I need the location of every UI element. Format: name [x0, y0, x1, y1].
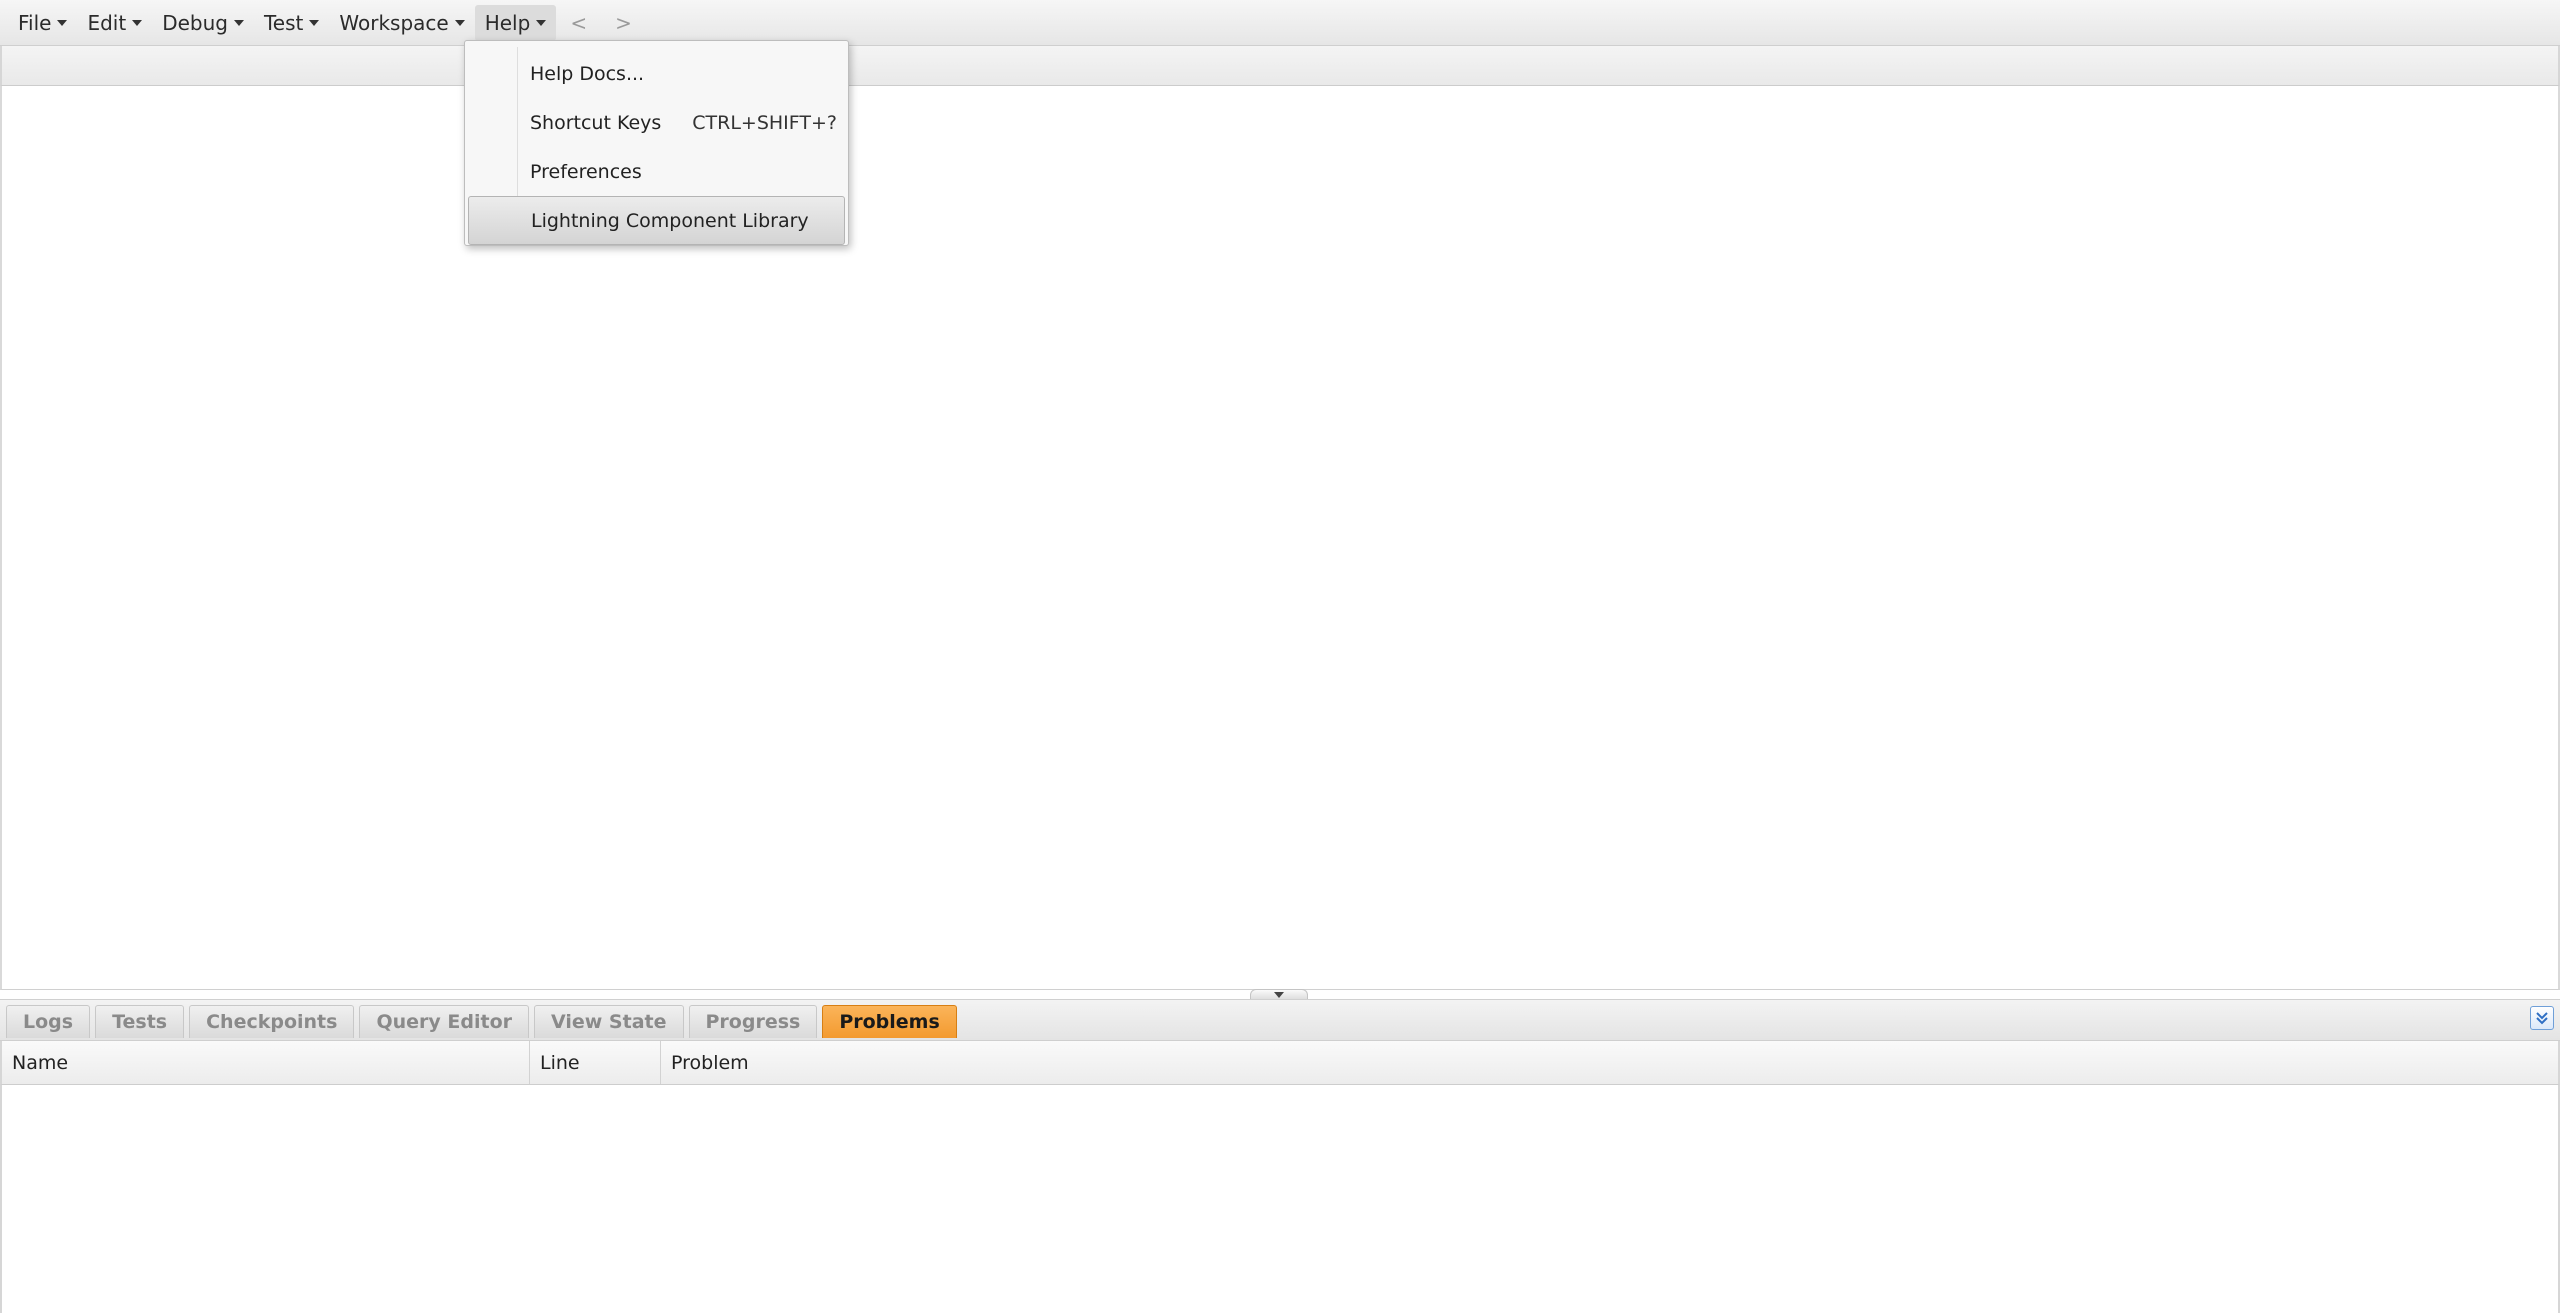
menu-test-label: Test	[263, 10, 304, 35]
collapse-panel-icon	[2536, 1012, 2548, 1025]
column-header-problem[interactable]: Problem	[661, 1041, 2558, 1084]
help-menu-dropdown: Help Docs... Shortcut Keys CTRL+SHIFT+? …	[464, 40, 849, 246]
nav-forward-button[interactable]: >	[601, 5, 646, 41]
menu-help[interactable]: Help	[474, 4, 557, 41]
chevron-down-icon	[132, 19, 143, 26]
tab-logs[interactable]: Logs	[6, 1005, 91, 1038]
menu-help-label: Help	[484, 10, 531, 35]
problems-table-body	[0, 1085, 2560, 1313]
menu-debug-label: Debug	[162, 10, 228, 35]
chevron-down-icon	[454, 19, 465, 26]
menu-item-label: Shortcut Keys	[530, 111, 662, 134]
tab-query-editor[interactable]: Query Editor	[359, 1005, 529, 1038]
chevron-down-icon	[536, 19, 547, 26]
menu-workspace[interactable]: Workspace	[329, 5, 474, 41]
chevron-down-icon	[57, 19, 68, 26]
menu-item-preferences[interactable]: Preferences	[468, 147, 845, 196]
tab-tests[interactable]: Tests	[95, 1005, 185, 1038]
problems-table-header: Name Line Problem	[0, 1041, 2560, 1085]
nav-back-button[interactable]: <	[556, 5, 601, 41]
chevron-down-icon	[233, 19, 244, 26]
tab-problems[interactable]: Problems	[822, 1005, 957, 1038]
menu-file-label: File	[18, 10, 52, 35]
tab-view-state[interactable]: View State	[534, 1005, 684, 1038]
menu-file[interactable]: File	[8, 5, 77, 41]
menu-item-label: Preferences	[530, 160, 642, 183]
column-header-name[interactable]: Name	[2, 1041, 530, 1084]
menu-item-shortcut: CTRL+SHIFT+?	[692, 111, 837, 134]
menu-test[interactable]: Test	[254, 5, 329, 41]
menu-item-help-docs[interactable]: Help Docs...	[468, 49, 845, 98]
tab-checkpoints[interactable]: Checkpoints	[189, 1005, 355, 1038]
panel-split-handle[interactable]	[1250, 989, 1308, 999]
menu-bar: File Edit Debug Test Workspace Help < >	[0, 0, 2560, 46]
menu-item-shortcut-keys[interactable]: Shortcut Keys CTRL+SHIFT+?	[468, 98, 845, 147]
tab-progress[interactable]: Progress	[688, 1005, 818, 1038]
collapse-arrow-icon	[1274, 992, 1284, 998]
chevron-down-icon	[309, 19, 320, 26]
menu-edit-label: Edit	[87, 10, 127, 35]
bottom-panel-tabs: Logs Tests Checkpoints Query Editor View…	[0, 999, 2560, 1041]
column-header-line[interactable]: Line	[530, 1041, 661, 1084]
editor-area[interactable]	[0, 86, 2560, 990]
menu-workspace-label: Workspace	[339, 10, 449, 35]
menu-edit[interactable]: Edit	[77, 5, 152, 41]
menu-item-label: Lightning Component Library	[531, 209, 809, 232]
menu-debug[interactable]: Debug	[152, 5, 254, 41]
menu-item-label: Help Docs...	[530, 62, 645, 85]
editor-tab-strip	[0, 46, 2560, 86]
menu-item-lightning-component-library[interactable]: Lightning Component Library	[468, 196, 845, 245]
collapse-panel-button[interactable]	[2530, 1006, 2554, 1030]
